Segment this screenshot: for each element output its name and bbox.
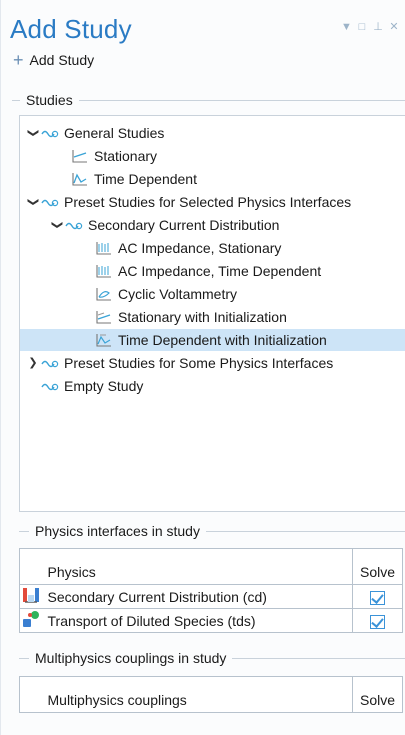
- divider: [19, 530, 29, 532]
- tree-node-label: Preset Studies for Some Physics Interfac…: [64, 355, 334, 371]
- ac-impedance-icon: [94, 240, 114, 256]
- physics-section-header: Physics interfaces in study: [19, 523, 405, 539]
- study-folder-icon: [64, 217, 84, 233]
- current-distribution-icon: [22, 588, 40, 607]
- tree-node-label: Stationary: [94, 148, 158, 164]
- divider: [205, 530, 405, 532]
- solve-checkbox[interactable]: [370, 590, 385, 605]
- study-folder-icon: [40, 355, 60, 371]
- pin-icon[interactable]: ⊥: [373, 20, 383, 33]
- add-study-button[interactable]: + Add Study: [13, 50, 95, 70]
- solve-cell[interactable]: [352, 584, 403, 609]
- dropdown-icon[interactable]: ▼: [341, 21, 352, 33]
- tree-node-label: Secondary Current Distribution: [88, 217, 280, 233]
- studies-tree[interactable]: ❯ General Studies Stationary Time Depend…: [19, 115, 405, 512]
- tree-node-label: Cyclic Voltammetry: [118, 286, 238, 302]
- physics-icon-cell: [19, 608, 44, 633]
- multiphysics-section-label: Multiphysics couplings in study: [35, 650, 227, 666]
- tree-node-label: General Studies: [64, 125, 165, 141]
- physics-icon-cell: [19, 584, 44, 609]
- tree-node-cyclic-voltammetry[interactable]: Cyclic Voltammetry: [94, 283, 237, 305]
- restore-icon[interactable]: □: [357, 21, 367, 33]
- tree-node-preset-some[interactable]: ❯ Preset Studies for Some Physics Interf…: [26, 352, 333, 374]
- diluted-species-icon: [22, 611, 40, 631]
- multiphysics-column-header: Multiphysics couplings: [43, 676, 353, 713]
- chevron-down-icon[interactable]: ❯: [50, 218, 64, 232]
- stationary-init-icon: [94, 309, 114, 325]
- multiphysics-table: Multiphysics couplings Solve: [19, 676, 403, 713]
- table-row[interactable]: Secondary Current Distribution (cd): [19, 584, 403, 609]
- tree-node-secondary-current[interactable]: ❯ Secondary Current Distribution: [50, 214, 279, 236]
- add-study-panel: Add Study ▼ □ ⊥ ✕ + Add Study Studies ❯ …: [0, 0, 405, 735]
- time-dependent-init-icon: [94, 332, 114, 348]
- tree-node-time-dependent[interactable]: Time Dependent: [70, 168, 197, 190]
- icon-column-header: [19, 548, 44, 585]
- table-row[interactable]: Transport of Diluted Species (tds): [19, 608, 403, 633]
- tree-node-label: Time Dependent with Initialization: [118, 332, 327, 348]
- tree-node-label: AC Impedance, Time Dependent: [118, 263, 322, 279]
- ac-impedance-icon: [94, 263, 114, 279]
- tree-node-label: Time Dependent: [94, 171, 197, 187]
- tree-node-ac-impedance-time[interactable]: AC Impedance, Time Dependent: [94, 260, 321, 282]
- physics-table: Physics Solve Secondary Current Distribu…: [19, 548, 403, 633]
- solve-column-header: Solve: [352, 676, 403, 713]
- time-dependent-study-icon: [70, 171, 90, 187]
- add-study-label: Add Study: [29, 52, 95, 68]
- divider: [12, 99, 20, 101]
- tree-node-stationary[interactable]: Stationary: [70, 145, 157, 167]
- tree-node-empty-study[interactable]: Empty Study: [40, 375, 143, 397]
- cyclic-voltammetry-icon: [94, 286, 114, 302]
- window-controls: ▼ □ ⊥ ✕: [341, 20, 399, 34]
- physics-section-label: Physics interfaces in study: [35, 523, 200, 539]
- studies-section-header: Studies: [12, 92, 405, 108]
- study-folder-icon: [40, 125, 60, 141]
- chevron-down-icon[interactable]: ❯: [26, 126, 40, 140]
- tree-node-preset-selected[interactable]: ❯ Preset Studies for Selected Physics In…: [26, 191, 351, 213]
- tree-node-ac-impedance-stationary[interactable]: AC Impedance, Stationary: [94, 237, 281, 259]
- panel-title: Add Study: [10, 14, 132, 44]
- tree-node-label: Preset Studies for Selected Physics Inte…: [64, 194, 352, 210]
- solve-checkbox[interactable]: [370, 614, 385, 629]
- physics-name-cell: Secondary Current Distribution (cd): [43, 584, 353, 609]
- multiphysics-section-header: Multiphysics couplings in study: [19, 650, 405, 666]
- tree-node-stationary-init[interactable]: Stationary with Initialization: [94, 306, 287, 328]
- divider: [78, 99, 405, 101]
- stationary-study-icon: [70, 148, 90, 164]
- plus-icon: +: [13, 50, 24, 70]
- study-folder-icon: [40, 378, 60, 394]
- divider: [19, 657, 29, 659]
- tree-node-label: Empty Study: [64, 378, 144, 394]
- physics-column-header: Physics: [43, 548, 353, 585]
- solve-cell[interactable]: [352, 608, 403, 633]
- study-folder-icon: [40, 194, 60, 210]
- tree-node-general-studies[interactable]: ❯ General Studies: [26, 122, 164, 144]
- physics-name-cell: Transport of Diluted Species (tds): [43, 608, 353, 633]
- solve-column-header: Solve: [352, 548, 403, 585]
- chevron-down-icon[interactable]: ❯: [26, 195, 40, 209]
- tree-node-time-init[interactable]: Time Dependent with Initialization: [20, 329, 405, 351]
- chevron-right-icon[interactable]: ❯: [26, 356, 40, 370]
- close-icon[interactable]: ✕: [389, 20, 399, 33]
- tree-node-label: Stationary with Initialization: [118, 309, 287, 325]
- icon-column-header: [19, 676, 44, 713]
- divider: [232, 657, 405, 659]
- tree-node-label: AC Impedance, Stationary: [118, 240, 282, 256]
- studies-section-label: Studies: [26, 92, 73, 108]
